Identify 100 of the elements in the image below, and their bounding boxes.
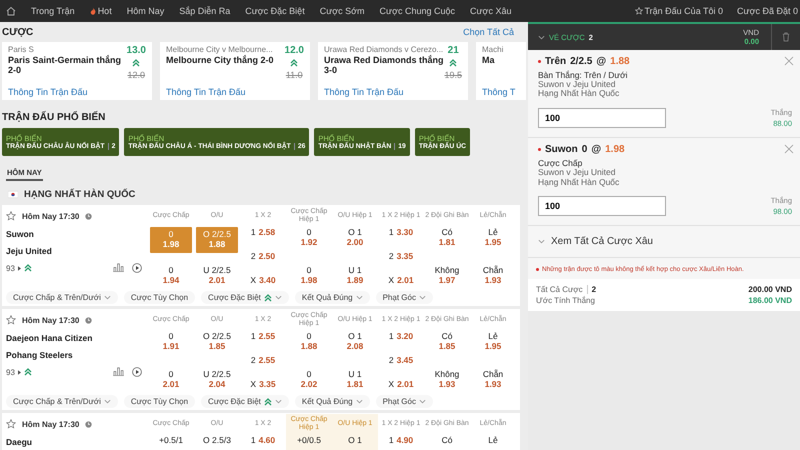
- league-title: HẠNG NHẤT HÀN QUỐC: [24, 189, 136, 200]
- odds-cell[interactable]: 1 4.90: [380, 435, 422, 447]
- bet-market: Bàn Thắng: Trên / Dưới: [538, 70, 629, 80]
- old-odds: 19.5: [444, 70, 462, 80]
- odds-cell[interactable]: O 1 2.00: [334, 227, 376, 249]
- double-chevron-icon: [264, 398, 272, 406]
- odds-cell[interactable]: Lẻ 1.95: [472, 227, 514, 249]
- odds-cell[interactable]: 1 3.20: [380, 331, 422, 343]
- odds-cell[interactable]: U 2/2.5 2.04: [196, 369, 238, 391]
- caret-icon: [538, 34, 545, 40]
- double-chevron-icon: [132, 59, 140, 67]
- odds-cell[interactable]: Lẻ 1.95: [472, 331, 514, 353]
- nav-link[interactable]: Trong Trận: [31, 6, 75, 16]
- double-chevron-icon: [24, 368, 32, 376]
- trash-icon[interactable]: [782, 32, 790, 42]
- odds-cell[interactable]: Lẻ: [472, 435, 514, 447]
- special-bet-card[interactable]: Paris S Paris Saint-Germain thắng 2-0 Thông Tin Trận Đấu 13.0 12.0: [2, 42, 152, 100]
- odds-cell[interactable]: O 1 2.08: [334, 331, 376, 353]
- odds-cell[interactable]: Chẵn 1.93: [472, 369, 514, 391]
- close-icon[interactable]: [784, 56, 794, 66]
- nav-link[interactable]: Cược Chung Cuộc: [380, 6, 456, 16]
- odds-cell[interactable]: +0.5/1: [150, 435, 192, 447]
- odds-cell[interactable]: X 3.35: [242, 379, 284, 391]
- old-odds: 12.0: [128, 70, 146, 80]
- odds-cell[interactable]: Không 1.97: [426, 265, 468, 287]
- bar-chart-icon[interactable]: [113, 367, 124, 376]
- market-tab[interactable]: Kết Quả Đúng: [294, 395, 370, 408]
- odds-cell[interactable]: 0 2.02: [288, 369, 330, 391]
- bar-chart-icon[interactable]: [113, 263, 124, 272]
- play-icon[interactable]: [132, 367, 142, 377]
- market-tab[interactable]: Cược Chấp & Trên/Dưới: [6, 291, 118, 304]
- nav-link[interactable]: Hôm Nay: [126, 6, 164, 16]
- bullet-icon: [538, 148, 541, 152]
- match-info-link[interactable]: Thông T: [482, 87, 516, 97]
- odds-cell[interactable]: 1 4.60: [242, 435, 284, 447]
- market-tab[interactable]: Phạt Góc: [376, 395, 433, 408]
- market-tab[interactable]: Cược Tùy Chọn: [124, 395, 196, 408]
- odds-cell[interactable]: 0 1.88: [288, 331, 330, 353]
- star-icon[interactable]: [6, 211, 16, 221]
- odds-cell[interactable]: Có 1.81: [426, 227, 468, 249]
- odds-cell[interactable]: 0 1.98: [288, 265, 330, 287]
- star-icon[interactable]: [6, 315, 16, 325]
- odds-cell[interactable]: 0 2.01: [150, 369, 192, 391]
- odds-cell[interactable]: 2 3.35: [380, 251, 422, 263]
- nav-link[interactable]: Cược Đã Đặt 0: [737, 6, 798, 16]
- match-info-link[interactable]: Thông Tin Trận Đấu: [166, 87, 274, 97]
- close-icon[interactable]: [784, 144, 794, 154]
- market-tab[interactable]: Cược Chấp & Trên/Dưới: [6, 395, 118, 408]
- odds-cell[interactable]: 0 1.92: [288, 227, 330, 249]
- at-sign: @: [591, 144, 602, 156]
- odds-cell[interactable]: 2 3.45: [380, 355, 422, 367]
- market-tab[interactable]: Cược Đặc Biệt: [201, 395, 289, 408]
- special-bet-card[interactable]: Machi Ma Thông T: [476, 42, 526, 100]
- odds-cell[interactable]: 2 2.55: [242, 355, 284, 367]
- select-all-link[interactable]: Chọn Tất Cả: [463, 27, 514, 37]
- bet-title: Urawa Red Diamonds thắng 3-0: [324, 55, 444, 78]
- odds-cell[interactable]: Chẵn 1.93: [472, 265, 514, 287]
- match-info-link[interactable]: Thông Tin Trận Đấu: [324, 87, 444, 97]
- market-tab[interactable]: Phạt Góc: [376, 291, 433, 304]
- odds-cell[interactable]: 0 1.94: [150, 265, 192, 287]
- odds-cell[interactable]: X 2.01: [380, 275, 422, 287]
- odds-cell[interactable]: U 1 1.81: [334, 369, 376, 391]
- odds-cell[interactable]: 1 2.55: [242, 331, 284, 343]
- odds-cell[interactable]: O 2.5/3: [196, 435, 238, 447]
- odds-cell[interactable]: X 2.01: [380, 379, 422, 391]
- odds-cell[interactable]: 0 1.91: [150, 331, 192, 353]
- odds-cell[interactable]: 2 2.50: [242, 251, 284, 263]
- nav-link[interactable]: Sắp Diễn Ra: [179, 6, 230, 16]
- bet-title: Ma: [482, 55, 496, 67]
- special-bet-card[interactable]: Urawa Red Diamonds v Cerezo... Urawa Red Diamonds thắng 3-0 Thông Tin Trận Đấu 21 19.5: [318, 42, 468, 100]
- market-tab[interactable]: Cược Tùy Chọn: [124, 291, 196, 304]
- nav-link[interactable]: Hot: [90, 6, 112, 16]
- flame-icon: [90, 7, 96, 15]
- odds-value: 12.0: [284, 45, 304, 56]
- market-count[interactable]: 93: [6, 368, 15, 376]
- odds-cell[interactable]: 1 2.58: [242, 227, 284, 239]
- odds-value: 21: [448, 45, 459, 56]
- odds-cell[interactable]: Có 1.85: [426, 331, 468, 353]
- play-icon[interactable]: [132, 263, 142, 273]
- odds-cell[interactable]: U 1 1.89: [334, 265, 376, 287]
- home-icon[interactable]: [6, 6, 16, 16]
- nav-link[interactable]: Cược Đặc Biệt: [245, 6, 305, 16]
- market-tab[interactable]: Cược Đặc Biệt: [201, 291, 289, 304]
- nav-link[interactable]: Cược Xâu: [470, 6, 512, 16]
- market-tab[interactable]: Kết Quả Đúng: [294, 291, 370, 304]
- match-time: Hôm Nay 17:30: [22, 212, 80, 220]
- special-bet-card[interactable]: Melbourne City v Melbourne... Melbourne City thắng 2-0 Thông Tin Trận Đấu 12.0 11.0: [160, 42, 310, 100]
- odds-cell[interactable]: U 2/2.5 2.01: [196, 265, 238, 287]
- market-count[interactable]: 93: [6, 264, 15, 272]
- match-info-link[interactable]: Thông Tin Trận Đấu: [8, 87, 127, 97]
- caret-icon: [274, 399, 282, 404]
- odds-cell[interactable]: 1 3.30: [380, 227, 422, 239]
- star-icon[interactable]: [6, 419, 16, 429]
- odds-cell[interactable]: O 2/2.5 1.85: [196, 331, 238, 353]
- nav-link[interactable]: Cược Sớm: [320, 6, 365, 16]
- odds-cell[interactable]: X 3.40: [242, 275, 284, 287]
- odds-cell[interactable]: Có: [426, 435, 468, 447]
- stake-field[interactable]: 100: [538, 196, 666, 216]
- stake-field[interactable]: 100: [538, 108, 666, 128]
- odds-cell[interactable]: Không 1.93: [426, 369, 468, 391]
